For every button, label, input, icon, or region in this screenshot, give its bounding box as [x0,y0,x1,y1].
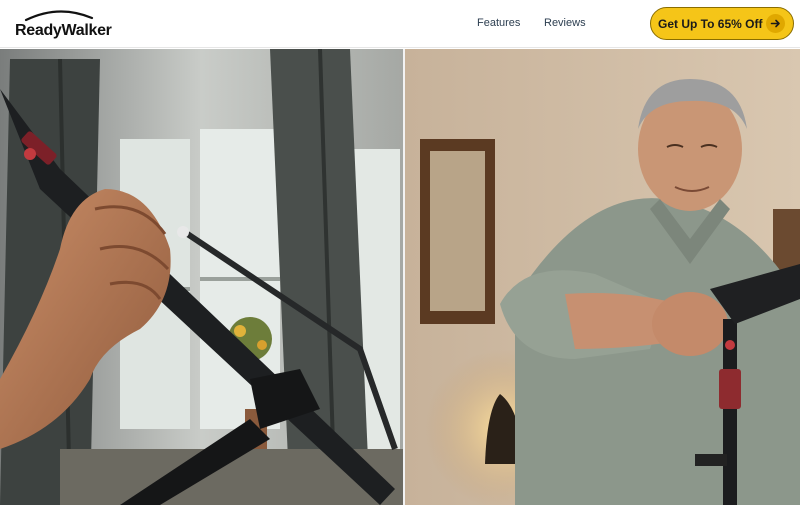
hero-image-hand-cane [0,49,403,505]
logo-swoosh-icon [24,10,94,22]
brand-name: ReadyWalker [15,22,112,39]
arrow-right-icon [766,14,785,33]
discount-cta-button[interactable]: Get Up To 65% Off [650,7,794,40]
hero-image-man-cane [405,49,800,505]
site-header: ReadyWalker Features Reviews Get Up To 6… [0,0,800,48]
brand-logo[interactable]: ReadyWalker [14,8,112,40]
nav-link-features[interactable]: Features [477,17,520,29]
cta-label: Get Up To 65% Off [658,16,763,31]
nav-link-reviews[interactable]: Reviews [544,17,586,29]
